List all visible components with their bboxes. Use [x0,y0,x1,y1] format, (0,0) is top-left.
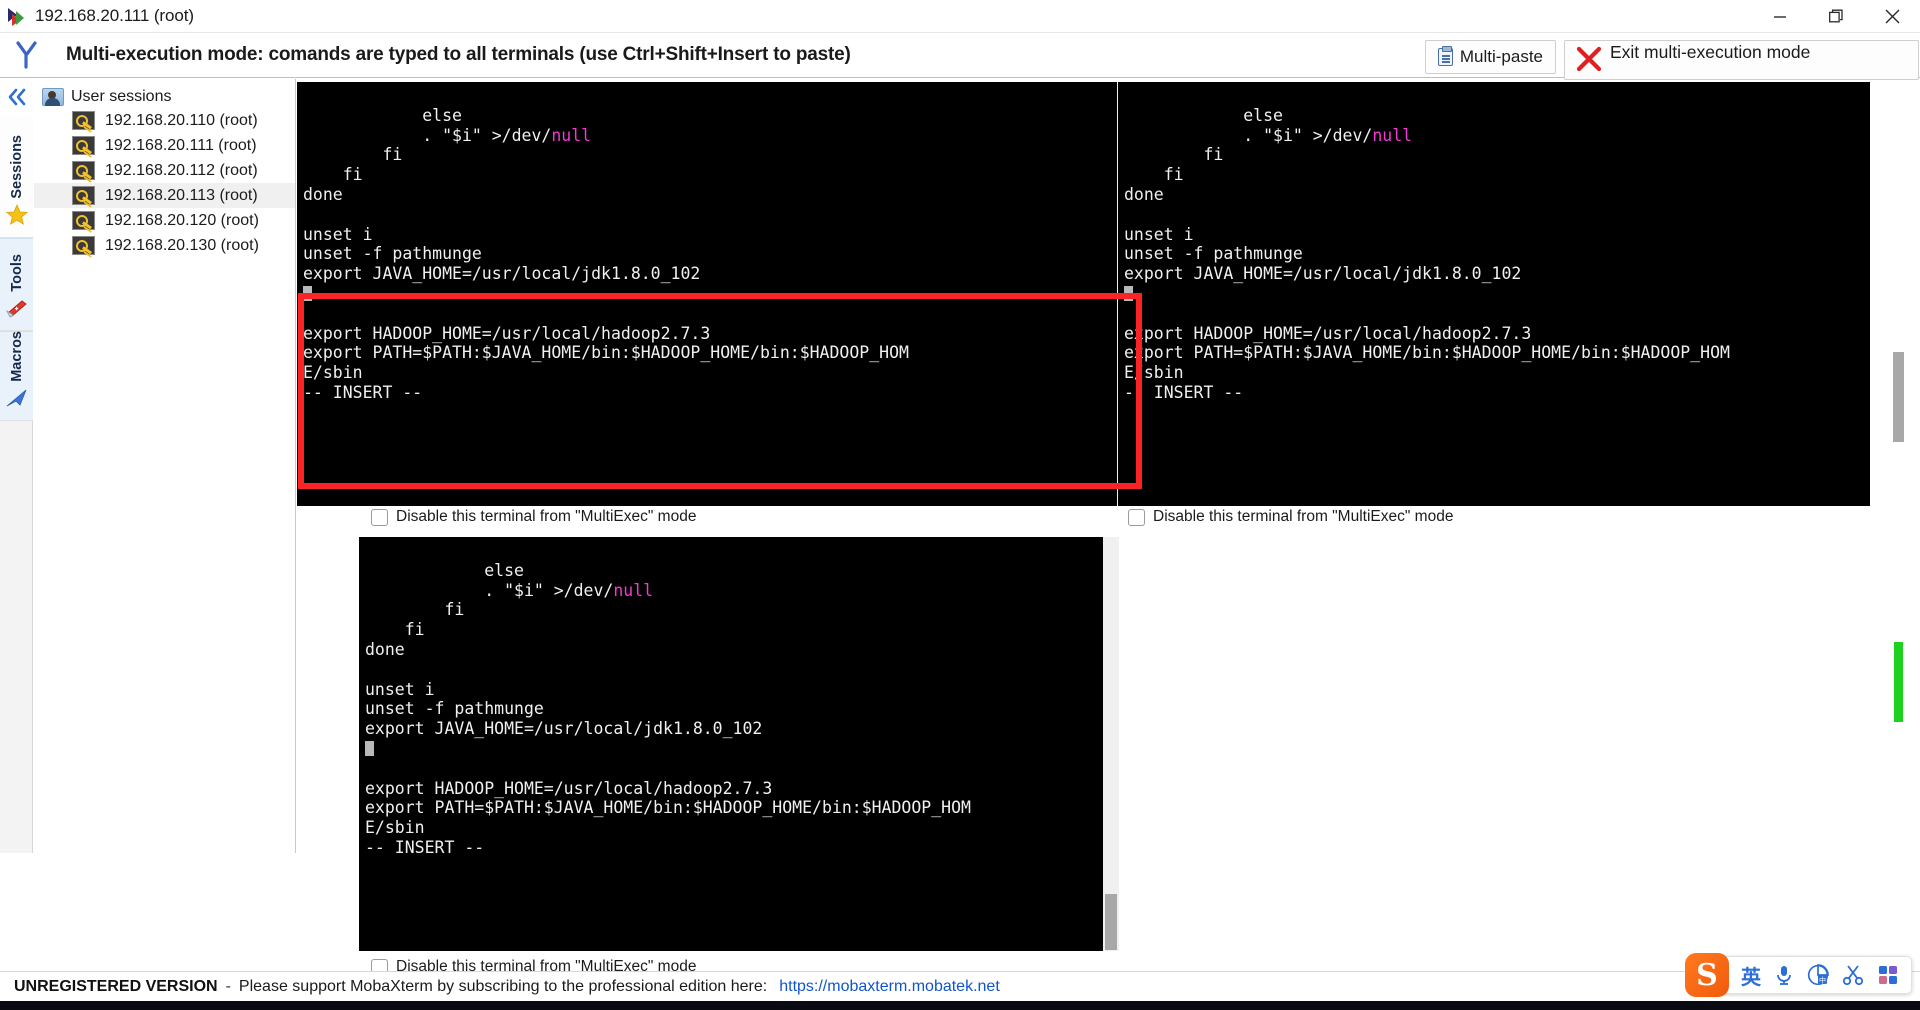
sidebar-item-macros-label: Macros [8,331,25,382]
sogou-ime-toolbar: S 英 中 [1685,953,1912,997]
ssh-key-icon [72,136,95,155]
terminal-output-a: else . "$i" >/dev/null fi fi done unset … [303,105,592,264]
ssh-key-icon [72,236,95,255]
terminal-output-b: export JAVA_HOME=/usr/local/jdk1.8.0_102 [1124,264,1522,284]
double-chevron-left-icon [8,88,25,106]
exit-multi-execution-button[interactable]: Exit multi-execution mode [1564,40,1919,80]
sogou-logo-icon[interactable]: S [1685,953,1729,997]
sidebar-item-macros[interactable]: Macros [0,331,33,421]
terminal-top-right[interactable]: else . "$i" >/dev/null fi fi done unset … [1118,82,1870,506]
status-message: Please support MobaXterm by subscribing … [238,977,768,995]
session-item-110[interactable]: 192.168.20.110 (root) [34,108,295,133]
session-label: 192.168.20.111 (root) [105,136,257,154]
terminal-cursor [1124,285,1133,301]
swiss-knife-icon [5,297,29,324]
ssh-key-icon [72,111,95,130]
ssh-key-icon [72,211,95,230]
left-vertical-tab-strip: Sessions Tools Macros [0,79,33,853]
apps-grid-icon[interactable] [1877,964,1899,986]
terminal-cursor [365,740,374,756]
checkbox-label: Disable this terminal from "MultiExec" m… [396,508,697,525]
title-bar: 192.168.20.111 (root) [0,0,1920,33]
session-label: 192.168.20.110 (root) [105,111,258,129]
mobaxterm-logo-icon [8,6,28,26]
user-sessions-root[interactable]: User sessions [34,86,295,108]
red-x-icon [1575,45,1603,73]
checkbox-label: Disable this terminal from "MultiExec" m… [1153,508,1454,525]
banner-title: Multi-execution mode: comands are typed … [66,44,851,65]
multi-paste-label: Multi-paste [1459,47,1543,66]
checkbox-box[interactable] [371,508,388,526]
language-mode-icon[interactable]: 英 [1741,961,1761,990]
terminal-output-c: export HADOOP_HOME=/usr/local/hadoop2.7.… [365,778,971,857]
microphone-icon[interactable] [1774,964,1794,986]
terminal-cursor [303,285,312,301]
terminal-top-left[interactable]: else . "$i" >/dev/null fi fi done unset … [297,82,1141,506]
blue-arrow-icon [5,387,29,414]
multi-execution-banner: Multi-execution mode: comands are typed … [0,33,1920,80]
user-sessions-label: User sessions [71,88,172,105]
scrollbar-activity-indicator [1894,642,1903,722]
translate-icon[interactable]: 中 [1807,964,1829,986]
ssh-key-icon [72,186,95,205]
multiexec-fork-icon [10,40,44,70]
status-bar: UNREGISTERED VERSION - Please support Mo… [0,971,1920,1001]
minimize-icon[interactable] [1752,0,1808,33]
ssh-key-icon [72,161,95,180]
close-icon[interactable] [1864,0,1920,33]
session-label: 192.168.20.130 (root) [105,236,259,254]
svg-text:中: 中 [1819,976,1826,985]
collapse-sidebar-button[interactable] [0,79,33,115]
sidebar-item-tools[interactable]: Tools [0,238,33,331]
star-icon [5,203,28,231]
mobaxterm-link[interactable]: https://mobaxterm.mobatek.net [779,978,1000,996]
terminal-null-token: null [1372,125,1413,145]
disable-multiexec-checkbox-top-left[interactable]: Disable this terminal from "MultiExec" m… [371,508,696,526]
window-title: 192.168.20.111 (root) [35,6,194,25]
checkbox-box[interactable] [1128,508,1145,526]
multi-paste-button[interactable]: Multi-paste [1424,40,1556,74]
terminal-bottom-left-scrollbar[interactable] [1103,537,1119,951]
user-folder-icon [42,88,64,106]
session-item-113[interactable]: 192.168.20.113 (root) [34,183,295,208]
session-item-120[interactable]: 192.168.20.120 (root) [34,208,295,233]
banner-buttons: Multi-paste Exit multi-execution mode [1424,40,1919,80]
terminal-output-a: else . "$i" >/dev/null fi fi done unset … [1124,105,1413,264]
terminal-bottom-left[interactable]: else . "$i" >/dev/null fi fi done unset … [359,537,1103,951]
window-scrollbar[interactable] [1889,82,1908,951]
status-dash: - [225,977,231,995]
session-item-130[interactable]: 192.168.20.130 (root) [34,233,295,258]
sidebar-item-sessions-label: Sessions [8,135,25,199]
mobaxterm-window: 192.168.20.111 (root) Multi-execution mo… [0,0,1920,1010]
window-controls [1752,0,1920,33]
session-label: 192.168.20.113 (root) [105,186,258,204]
unregistered-label: UNREGISTERED VERSION [14,977,218,995]
scissors-icon[interactable] [1842,964,1864,986]
exit-multi-execution-label: Exit multi-execution mode [1610,42,1811,62]
scrollbar-thumb[interactable] [1893,352,1904,442]
terminal-output-b: export JAVA_HOME=/usr/local/jdk1.8.0_102 [303,264,701,284]
terminal-output-a: else . "$i" >/dev/null fi fi done unset … [365,560,654,719]
session-item-111[interactable]: 192.168.20.111 (root) [34,133,295,158]
clipboard-icon [1437,46,1453,66]
session-label: 192.168.20.112 (root) [105,161,258,179]
terminal-null-token: null [613,580,654,600]
session-item-112[interactable]: 192.168.20.112 (root) [34,158,295,183]
sidebar-item-sessions[interactable]: Sessions [0,115,33,238]
language-mode-label: 英 [1741,966,1761,989]
taskbar-strip [0,1001,1920,1010]
terminal-output-c: export HADOOP_HOME=/usr/local/hadoop2.7.… [303,323,909,402]
terminal-output-c: export HADOOP_HOME=/usr/local/hadoop2.7.… [1124,323,1730,402]
restore-icon[interactable] [1808,0,1864,33]
terminal-output-b: export JAVA_HOME=/usr/local/jdk1.8.0_102 [365,719,763,739]
sogou-logo-letter: S [1696,957,1718,993]
sidebar-item-tools-label: Tools [8,254,25,292]
terminal-null-token: null [551,125,592,145]
disable-multiexec-checkbox-top-right[interactable]: Disable this terminal from "MultiExec" m… [1128,508,1453,526]
session-label: 192.168.20.120 (root) [105,211,259,229]
scrollbar-thumb[interactable] [1105,894,1117,950]
sessions-panel: User sessions 192.168.20.110 (root) 192.… [34,79,296,853]
